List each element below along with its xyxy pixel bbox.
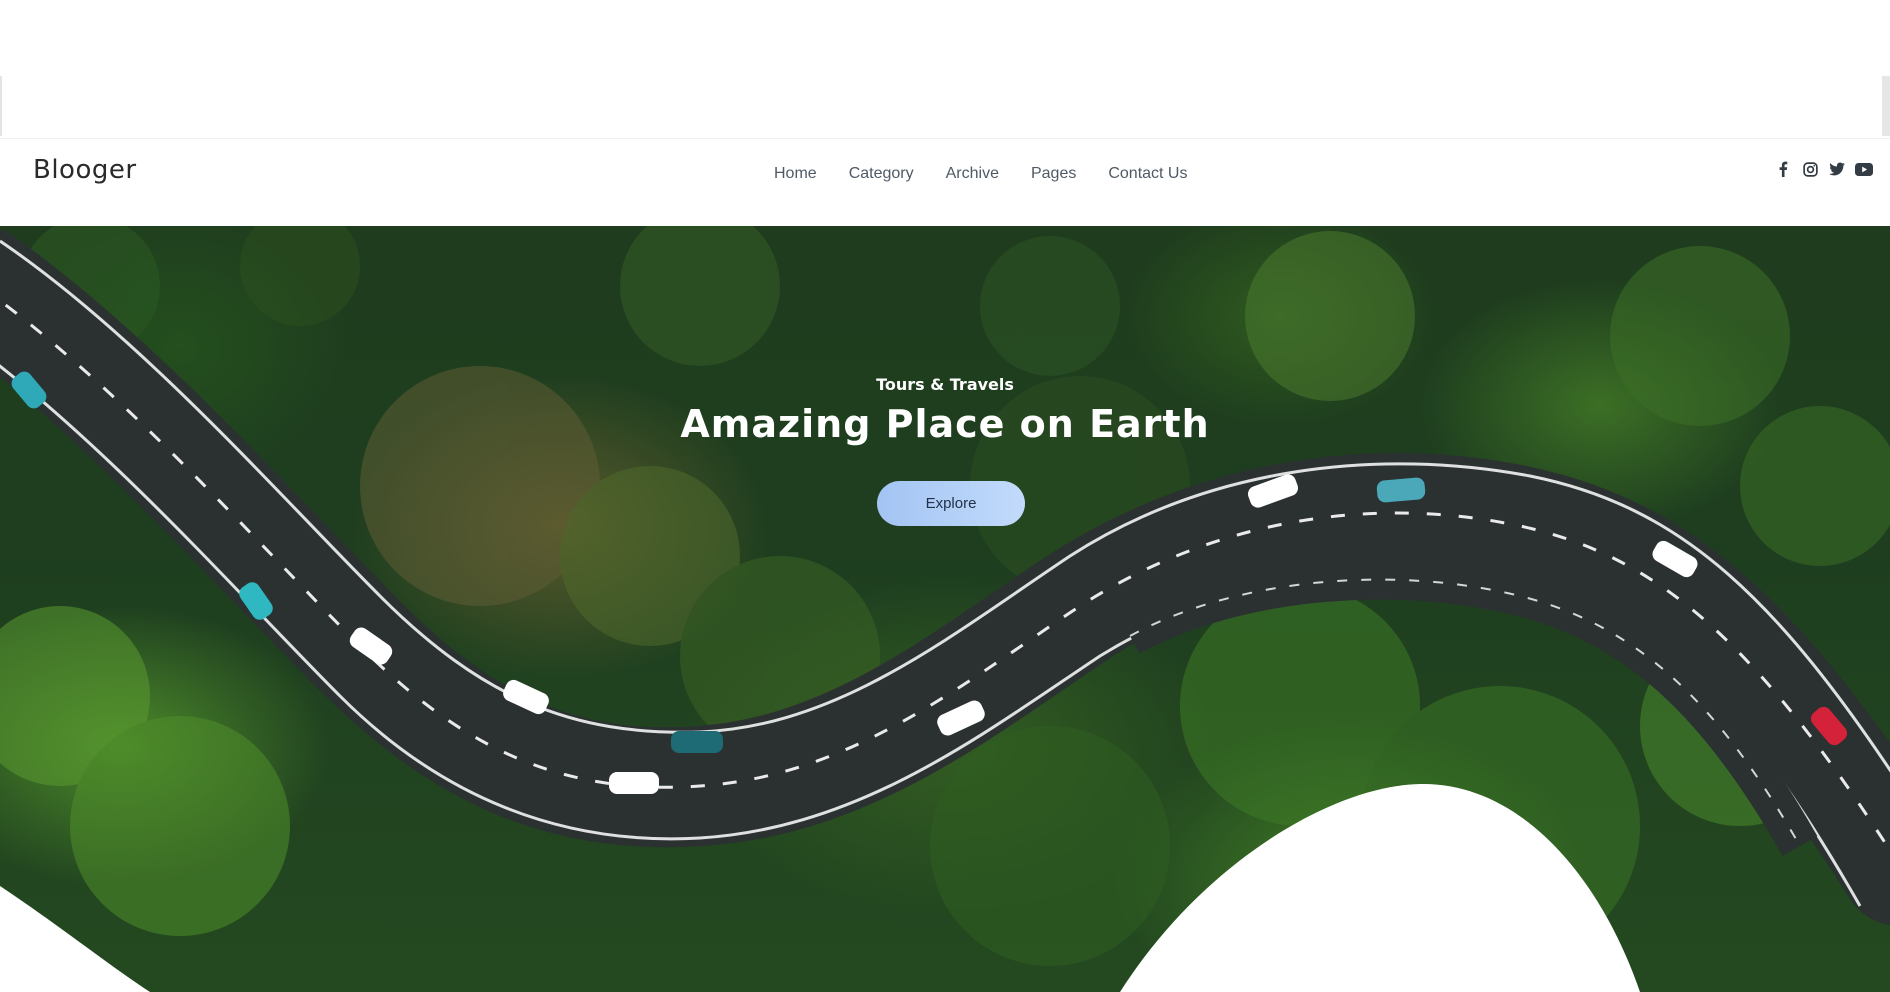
youtube-icon[interactable] [1855,160,1873,178]
hero-eyebrow: Tours & Travels [876,375,1014,394]
nav-link-contact-us[interactable]: Contact Us [1108,165,1187,183]
social-links [1774,160,1873,178]
brand-logo[interactable]: Blooger [33,155,137,185]
nav-link-category[interactable]: Category [849,165,914,183]
facebook-icon[interactable] [1774,160,1792,178]
instagram-icon[interactable] [1801,160,1819,178]
twitter-icon[interactable] [1828,160,1846,178]
hero-content: Tours & Travels Amazing Place on Earth E… [0,226,1890,992]
explore-button[interactable]: Explore [877,481,1025,526]
top-banner-strip [0,76,1890,136]
navbar: Blooger Home Category Archive Pages Cont… [0,138,1890,226]
nav-link-archive[interactable]: Archive [946,165,999,183]
hero-title: Amazing Place on Earth [680,402,1210,446]
nav-link-pages[interactable]: Pages [1031,165,1076,183]
main-nav: Home Category Archive Pages Contact Us [774,165,1187,183]
hero-banner: Tours & Travels Amazing Place on Earth E… [0,226,1890,992]
nav-link-home[interactable]: Home [774,165,817,183]
